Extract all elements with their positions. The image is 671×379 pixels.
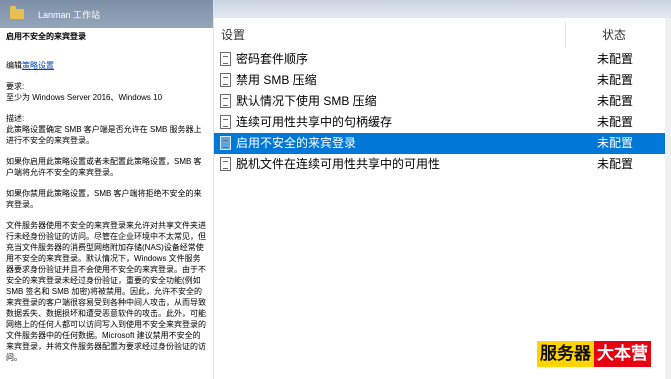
column-header-status[interactable]: 状态 xyxy=(602,20,626,50)
setting-name: 连续可用性共享中的句柄缓存 xyxy=(236,115,393,129)
watermark-part1: 服务器 xyxy=(537,341,594,367)
watermark-part2: 大本营 xyxy=(594,341,651,367)
pane-header-title: Lanman 工作站 xyxy=(38,10,101,20)
requirements: 要求: 至少为 Windows Server 2016、Windows 10 xyxy=(6,81,208,103)
settings-list: 密码套件顺序 未配置 禁用 SMB 压缩 未配置 默认情况下使用 SMB 压缩 … xyxy=(214,49,671,175)
setting-name: 密码套件顺序 xyxy=(236,52,309,66)
description-paragraph: 如果你启用此策略设置或者未配置此策略设置，SMB 客户端将允许不安全的来宾登录。 xyxy=(6,157,202,177)
setting-state: 未配置 xyxy=(597,94,634,108)
column-divider[interactable] xyxy=(565,22,566,48)
setting-name: 脱机文件在连续可用性共享中的可用性 xyxy=(236,157,441,171)
setting-name: 默认情况下使用 SMB 压缩 xyxy=(236,94,377,108)
policy-title: 启用不安全的来宾登录 xyxy=(6,32,86,41)
list-item[interactable]: 密码套件顺序 未配置 xyxy=(214,49,670,70)
setting-state: 未配置 xyxy=(597,136,634,150)
requirements-label: 要求: xyxy=(6,82,25,91)
policy-setting-icon xyxy=(220,115,231,129)
pane-header: Lanman 工作站 xyxy=(0,0,213,28)
list-item[interactable]: 脱机文件在连续可用性共享中的可用性 未配置 xyxy=(214,154,670,175)
edit-policy-link[interactable]: 策略设置 xyxy=(22,61,54,70)
pane-top-bar xyxy=(214,0,671,18)
policy-setting-icon xyxy=(220,73,231,87)
edit-prefix: 编辑 xyxy=(6,61,22,70)
policy-setting-icon xyxy=(220,94,231,108)
edit-line: 编辑策略设置 xyxy=(6,60,208,71)
description-paragraph: 此策略设置确定 SMB 客户端是否允许在 SMB 服务器上进行不安全的来宾登录。 xyxy=(6,125,202,145)
setting-state: 未配置 xyxy=(597,157,634,171)
list-item[interactable]: 连续可用性共享中的句柄缓存 未配置 xyxy=(214,112,670,133)
setting-state: 未配置 xyxy=(597,73,634,87)
policy-setting-icon xyxy=(220,52,231,66)
settings-list-pane: 设置 状态 密码套件顺序 未配置 禁用 SMB 压缩 未配置 默认情况下使用 S… xyxy=(214,0,671,379)
folder-icon xyxy=(10,6,24,19)
list-item-selected[interactable]: 启用不安全的来宾登录 未配置 xyxy=(214,133,670,154)
scrollbar[interactable] xyxy=(665,18,671,379)
list-item[interactable]: 禁用 SMB 压缩 未配置 xyxy=(214,70,670,91)
watermark-logo: 服务器 大本营 xyxy=(537,341,651,367)
description-label: 描述: xyxy=(6,114,25,123)
description-paragraph: 如果你禁用此策略设置，SMB 客户端将拒绝不安全的来宾登录。 xyxy=(6,189,202,209)
policy-description: 启用不安全的来宾登录 编辑策略设置 要求: 至少为 Windows Server… xyxy=(6,31,208,373)
policy-setting-icon xyxy=(220,136,231,150)
setting-state: 未配置 xyxy=(597,115,634,129)
description-block: 描述: 此策略设置确定 SMB 客户端是否允许在 SMB 服务器上进行不安全的来… xyxy=(6,113,208,146)
setting-name: 启用不安全的来宾登录 xyxy=(236,136,357,150)
policy-setting-icon xyxy=(220,157,231,171)
requirements-value: 至少为 Windows Server 2016、Windows 10 xyxy=(6,93,163,102)
description-pane: Lanman 工作站 启用不安全的来宾登录 编辑策略设置 要求: 至少为 Win… xyxy=(0,0,214,379)
list-item[interactable]: 默认情况下使用 SMB 压缩 未配置 xyxy=(214,91,670,112)
column-header-setting[interactable]: 设置 xyxy=(221,20,245,50)
description-paragraph: 文件服务器使用不安全的来宾登录来允许对共享文件夹进行未经身份验证的访问。尽管在企… xyxy=(6,221,206,362)
setting-name: 禁用 SMB 压缩 xyxy=(236,73,317,87)
setting-state: 未配置 xyxy=(597,52,634,66)
